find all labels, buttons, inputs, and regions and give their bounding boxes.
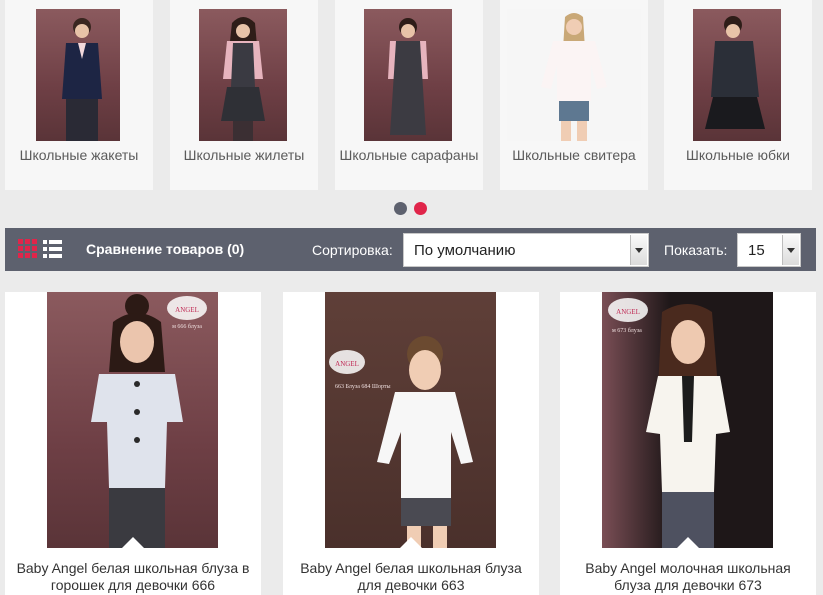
product-card[interactable]: ANGEL м 673 блуза Baby Angel молочная шк… bbox=[560, 292, 816, 595]
category-label[interactable]: Школьные сарафаны bbox=[335, 147, 483, 163]
photo-caption: м 666 блуза bbox=[172, 323, 202, 330]
category-label[interactable]: Школьные свитера bbox=[500, 147, 648, 163]
sort-select[interactable]: По умолчанию bbox=[403, 233, 649, 267]
sort-select-value: По умолчанию bbox=[414, 242, 516, 259]
photo-notch bbox=[122, 537, 144, 548]
category-card-sarafans[interactable]: Школьные сарафаны bbox=[335, 0, 483, 190]
page-size-value: 15 bbox=[748, 242, 765, 259]
product-card[interactable]: ANGEL 663 Блуза 684 Шорты Baby Angel бел… bbox=[283, 292, 539, 595]
product-photo[interactable]: ANGEL м 673 блуза bbox=[602, 292, 773, 548]
product-photo[interactable]: ANGEL 663 Блуза 684 Шорты bbox=[325, 292, 496, 548]
category-label[interactable]: Школьные жакеты bbox=[5, 147, 153, 163]
brand-logo: ANGEL bbox=[335, 360, 359, 368]
category-photo-sarafans[interactable] bbox=[364, 9, 452, 141]
chevron-down-icon[interactable] bbox=[782, 235, 799, 265]
product-toolbar: Сравнение товаров (0) Сортировка: По умо… bbox=[5, 228, 816, 271]
category-card-vests[interactable]: Школьные жилеты bbox=[170, 0, 318, 190]
carousel-dot-2-active[interactable] bbox=[414, 202, 427, 215]
photo-notch bbox=[677, 537, 699, 548]
category-label[interactable]: Школьные юбки bbox=[664, 147, 812, 163]
brand-logo: ANGEL bbox=[175, 306, 199, 314]
list-view-icon[interactable] bbox=[43, 239, 63, 259]
chevron-down-icon[interactable] bbox=[630, 235, 647, 265]
category-photo-skirts[interactable] bbox=[693, 9, 781, 141]
product-title[interactable]: Baby Angel белая школьная блуза в гороше… bbox=[11, 560, 255, 594]
category-card-sweaters[interactable]: Школьные свитера bbox=[500, 0, 648, 190]
carousel-dot-1[interactable] bbox=[394, 202, 407, 215]
category-card-jackets[interactable]: Школьные жакеты bbox=[5, 0, 153, 190]
product-title[interactable]: Baby Angel молочная школьная блуза для д… bbox=[566, 560, 810, 594]
photo-notch bbox=[400, 537, 422, 548]
product-photo[interactable]: ANGEL м 666 блуза bbox=[47, 292, 218, 548]
category-photo-vests[interactable] bbox=[199, 9, 287, 141]
category-photo-jackets[interactable] bbox=[36, 9, 120, 141]
page-size-select[interactable]: 15 bbox=[737, 233, 801, 267]
product-card[interactable]: ANGEL м 666 блуза Baby Angel белая школь… bbox=[5, 292, 261, 595]
brand-logo: ANGEL bbox=[616, 308, 640, 316]
category-label[interactable]: Школьные жилеты bbox=[170, 147, 318, 163]
photo-caption: м 673 блуза bbox=[612, 327, 642, 334]
grid-view-icon[interactable] bbox=[18, 239, 38, 259]
product-title[interactable]: Baby Angel белая школьная блуза для дево… bbox=[289, 560, 533, 594]
photo-caption: 663 Блуза 684 Шорты bbox=[335, 384, 391, 390]
sort-label: Сортировка: bbox=[312, 242, 393, 258]
show-label: Показать: bbox=[664, 242, 728, 258]
compare-products-link[interactable]: Сравнение товаров (0) bbox=[86, 241, 244, 257]
category-card-skirts[interactable]: Школьные юбки bbox=[664, 0, 812, 190]
category-photo-sweaters[interactable] bbox=[507, 9, 641, 141]
